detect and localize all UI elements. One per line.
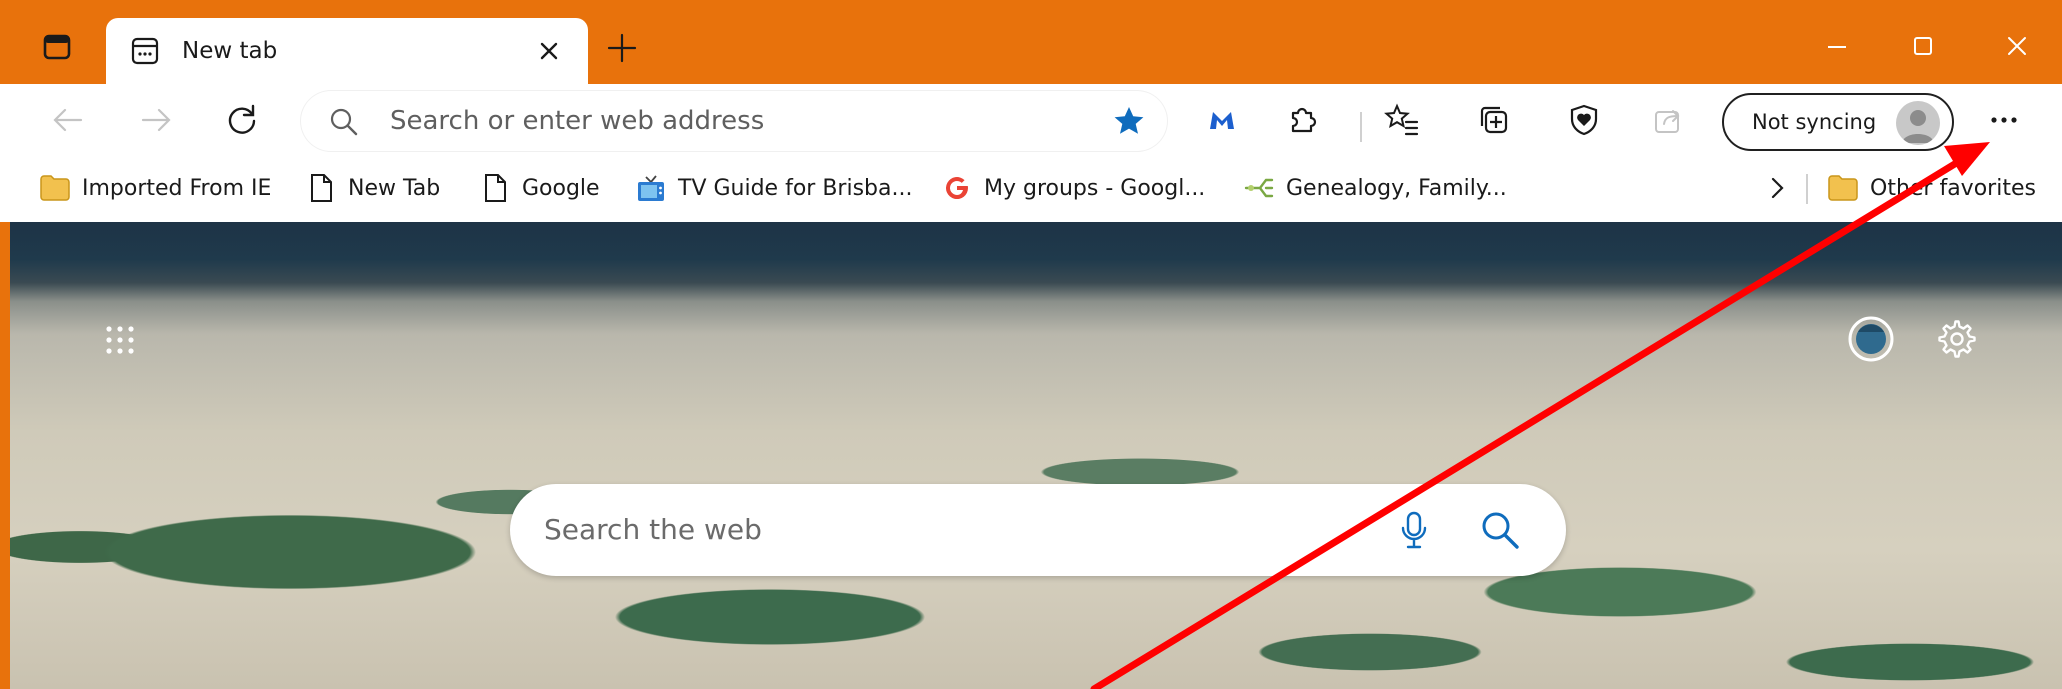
minimize-button[interactable] <box>1812 26 1862 66</box>
maximize-icon <box>1914 37 1932 55</box>
tab-new-tab[interactable]: New tab <box>106 18 588 84</box>
tree-icon <box>1244 173 1274 203</box>
minimize-icon <box>1828 46 1846 48</box>
arrow-right-icon <box>141 108 171 132</box>
bookmark-genealogy[interactable]: Genealogy, Family... <box>1244 170 1507 206</box>
page-settings-button[interactable] <box>1932 314 1982 364</box>
chevron-right-icon <box>1762 173 1792 203</box>
avatar <box>1896 101 1940 145</box>
microphone-icon <box>1401 511 1427 549</box>
app-launcher-button[interactable] <box>98 318 142 362</box>
bookmark-imported-from-ie[interactable]: Imported From IE <box>40 170 271 206</box>
new-tab-background-image: Search the web <box>10 222 2062 689</box>
tab-actions-icon <box>43 34 71 60</box>
google-g-icon <box>942 173 972 203</box>
web-search-box[interactable]: Search the web <box>510 484 1566 576</box>
close-icon <box>540 42 558 60</box>
heart-shield-icon <box>1570 104 1598 136</box>
folder-icon <box>1828 173 1858 203</box>
address-bar[interactable]: Search or enter web address <box>300 90 1168 152</box>
arrow-left-icon <box>53 108 83 132</box>
tab-actions-button[interactable] <box>40 30 74 64</box>
forward-button[interactable] <box>136 100 176 140</box>
web-search-placeholder: Search the web <box>544 513 762 546</box>
search-icon <box>1482 512 1519 549</box>
favorite-star-button[interactable] <box>1112 104 1146 142</box>
close-window-button[interactable] <box>1992 26 2042 66</box>
profile-sync-status: Not syncing <box>1752 110 1877 134</box>
bookmark-my-groups[interactable]: My groups - Googl... <box>942 170 1205 206</box>
more-favorites-chevron[interactable] <box>1762 170 1792 206</box>
favorites-bar: Imported From IE New Tab Google TV Guide… <box>0 156 2062 222</box>
tv-icon <box>636 173 666 203</box>
refresh-icon <box>228 104 256 134</box>
page-icon <box>480 173 510 203</box>
address-bar-placeholder: Search or enter web address <box>390 106 765 136</box>
bookmark-label: Genealogy, Family... <box>1286 175 1507 201</box>
plus-icon <box>607 33 637 63</box>
profile-circle-button[interactable] <box>1844 312 1898 366</box>
malwarebytes-icon <box>1210 112 1234 129</box>
refresh-button[interactable] <box>222 100 262 140</box>
new-tab-button[interactable] <box>604 30 640 66</box>
new-tab-page-icon <box>130 36 160 70</box>
extensions-button[interactable] <box>1282 100 1322 140</box>
bookmark-other-favorites[interactable]: Other favorites <box>1828 170 2036 206</box>
tab-close-button[interactable] <box>532 34 566 68</box>
share-button[interactable] <box>1648 100 1688 140</box>
browser-essentials-button[interactable] <box>1564 100 1604 140</box>
bookmark-label: Imported From IE <box>82 175 272 201</box>
maximize-button[interactable] <box>1898 26 1948 66</box>
voice-search-button[interactable] <box>1392 508 1436 552</box>
bookmark-label: My groups - Googl... <box>984 175 1206 201</box>
bookmark-label: Google <box>522 175 600 201</box>
toolbar-divider <box>1360 112 1362 142</box>
folder-icon <box>40 173 70 203</box>
page-icon <box>306 173 336 203</box>
tab-title: New tab <box>182 38 278 64</box>
bookmark-google[interactable]: Google <box>480 170 600 206</box>
share-icon <box>1655 110 1680 133</box>
gear-icon <box>1938 320 1976 358</box>
user-circle-icon <box>1848 316 1894 362</box>
profile-button[interactable]: Not syncing <box>1722 93 1954 151</box>
settings-and-more-button[interactable] <box>1984 100 2024 140</box>
favorites-button[interactable] <box>1382 100 1422 140</box>
navigation-toolbar: Search or enter web address Not syncing <box>0 84 2062 156</box>
bookmark-label: TV Guide for Brisba... <box>678 175 913 201</box>
bookmark-tv-guide[interactable]: TV Guide for Brisba... <box>636 170 912 206</box>
grid-dots-icon <box>106 326 134 354</box>
puzzle-icon <box>1291 107 1317 133</box>
bookmark-label: Other favorites <box>1870 175 2036 201</box>
collections-icon <box>1480 106 1508 134</box>
search-icon <box>328 106 360 142</box>
favorites-list-icon <box>1384 103 1419 136</box>
web-search-submit-button[interactable] <box>1476 506 1524 554</box>
close-icon <box>2008 37 2026 55</box>
collections-button[interactable] <box>1474 100 1514 140</box>
title-bar: New tab <box>0 0 2062 84</box>
more-horizontal-icon <box>1991 117 2017 123</box>
malwarebytes-extension-button[interactable] <box>1202 100 1242 140</box>
back-button[interactable] <box>48 100 88 140</box>
bookmark-label: New Tab <box>348 175 441 201</box>
bookmark-new-tab[interactable]: New Tab <box>306 170 440 206</box>
star-filled-icon <box>1114 107 1144 134</box>
bookmarks-divider <box>1806 174 1808 204</box>
